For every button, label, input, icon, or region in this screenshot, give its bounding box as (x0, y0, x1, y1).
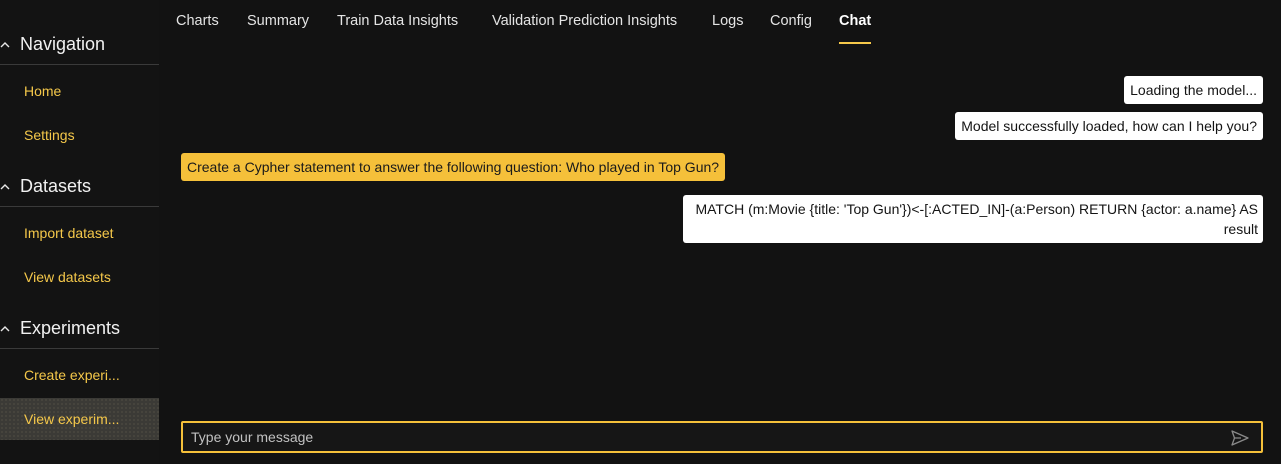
tab-train-data-insights[interactable]: Train Data Insights (337, 13, 458, 45)
sidebar-item-label: Settings (24, 127, 75, 143)
section-title: Navigation (20, 33, 106, 54)
chevron-up-icon (0, 40, 10, 50)
section-experiments-header[interactable]: Experiments (0, 313, 159, 343)
sidebar-item-label: Home (24, 83, 62, 99)
tab-config[interactable]: Config (770, 13, 812, 45)
sidebar-item-create-experiment[interactable]: Create experi... (0, 354, 159, 396)
section-navigation-header[interactable]: Navigation (0, 29, 159, 59)
sidebar: Navigation Home Settings Datasets Import… (0, 0, 159, 464)
sidebar-item-settings[interactable]: Settings (0, 114, 159, 156)
sidebar-item-view-datasets[interactable]: View datasets (0, 256, 159, 298)
chat-message-bot: Model successfully loaded, how can I hel… (955, 112, 1263, 140)
sidebar-item-label: View datasets (24, 269, 111, 285)
sidebar-item-label: Import dataset (24, 225, 114, 241)
chevron-up-icon (0, 324, 10, 334)
send-icon[interactable] (1231, 430, 1249, 446)
tab-logs[interactable]: Logs (712, 13, 743, 45)
tab-validation-prediction-insights[interactable]: Validation Prediction Insights (492, 13, 677, 45)
sidebar-item-view-experiments[interactable]: View experim... (0, 398, 159, 440)
sidebar-item-label: View experim... (24, 411, 120, 427)
tab-summary[interactable]: Summary (247, 13, 309, 45)
section-divider (0, 64, 159, 65)
chat-message-input[interactable] (189, 423, 1219, 451)
tab-charts[interactable]: Charts (176, 13, 219, 45)
chevron-up-icon (0, 182, 10, 192)
section-divider (0, 348, 159, 349)
sidebar-item-label: Create experi... (24, 367, 120, 383)
chat-message-bot: Loading the model... (1124, 76, 1263, 104)
section-title: Experiments (20, 317, 121, 338)
chat-message-user: Create a Cypher statement to answer the … (181, 153, 726, 181)
chat-message-bot: MATCH (m:Movie {title: 'Top Gun'})<-[:AC… (683, 195, 1263, 243)
sidebar-item-import-dataset[interactable]: Import dataset (0, 212, 159, 254)
section-title: Datasets (20, 175, 92, 196)
chat-input-container (181, 421, 1263, 453)
section-datasets-header[interactable]: Datasets (0, 171, 159, 201)
tab-bar: Charts Summary Train Data Insights Valid… (159, 0, 1281, 46)
section-divider (0, 206, 159, 207)
sidebar-item-home[interactable]: Home (0, 70, 159, 112)
tab-chat[interactable]: Chat (839, 13, 872, 45)
